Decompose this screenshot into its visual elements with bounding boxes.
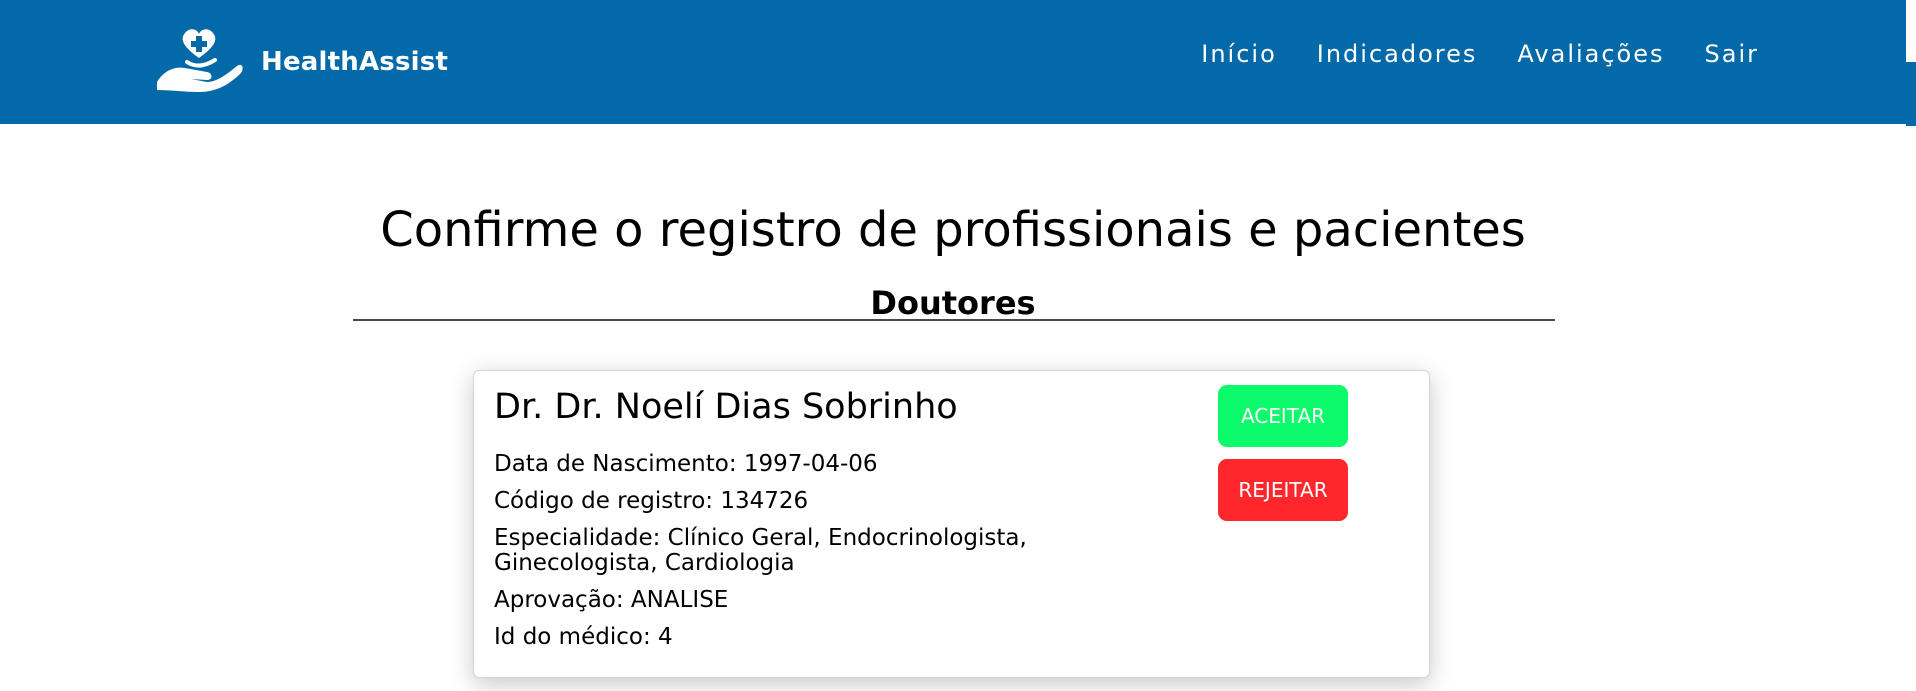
brand[interactable]: HealthAssist — [155, 24, 448, 94]
nav-link-avaliacoes[interactable]: Avaliações — [1517, 40, 1664, 68]
doctor-name: Dr. Dr. Noelí Dias Sobrinho — [494, 387, 958, 427]
brand-name: HealthAssist — [261, 47, 449, 77]
doctor-approval-status: Aprovação: ANALISE — [494, 587, 729, 613]
doctor-birth-date: Data de Nascimento: 1997-04-06 — [494, 451, 878, 477]
nav-link-indicadores[interactable]: Indicadores — [1317, 40, 1478, 68]
top-navbar: HealthAssist Início Indicadores Avaliaçõ… — [0, 0, 1906, 124]
doctor-id: Id do médico: 4 — [494, 624, 673, 650]
section-title: Doutores — [870, 284, 1036, 322]
section-divider — [353, 319, 1555, 321]
nav-link-inicio[interactable]: Início — [1201, 40, 1277, 68]
nav-link-sair[interactable]: Sair — [1705, 40, 1759, 68]
doctor-registration-code: Código de registro: 134726 — [494, 488, 809, 514]
hand-heart-plus-icon — [157, 29, 243, 92]
doctor-card: Dr. Dr. Noelí Dias Sobrinho Data de Nasc… — [473, 370, 1430, 678]
scrollbar-thumb[interactable] — [1906, 62, 1916, 126]
reject-button[interactable]: REJEITAR — [1218, 459, 1348, 521]
main-nav: Início Indicadores Avaliações Sair — [1161, 40, 1759, 68]
page-title: Confirme o registro de profissionais e p… — [380, 202, 1526, 258]
doctor-specialty: Especialidade: Clínico Geral, Endocrinol… — [494, 525, 1027, 576]
accept-button[interactable]: ACEITAR — [1218, 385, 1348, 447]
